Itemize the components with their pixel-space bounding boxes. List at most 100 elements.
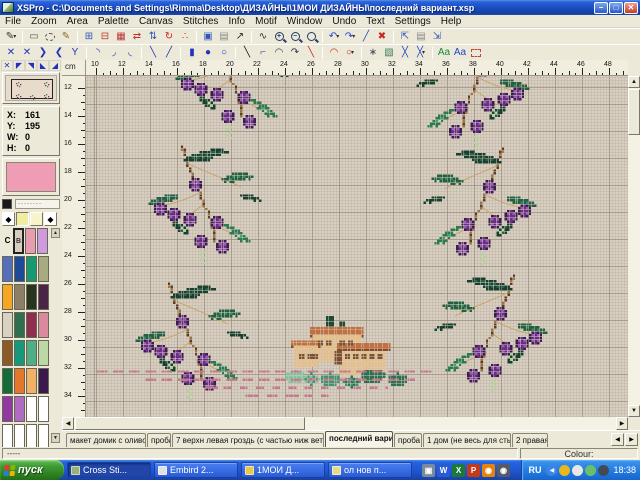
symbol-diamond-1-button[interactable]: ◆ xyxy=(2,212,15,226)
backstitch-red-button[interactable]: ╲ xyxy=(303,46,319,60)
media-player-icon[interactable]: ▣ xyxy=(422,464,435,477)
bead-small-button[interactable]: ○ xyxy=(216,46,232,60)
recent-color-swatch[interactable] xyxy=(37,228,48,254)
tray-icon-app1[interactable] xyxy=(572,465,583,476)
dropdown-arrow-icon[interactable]: ▾ xyxy=(13,33,16,40)
text-tool-blue-button[interactable]: Aa xyxy=(452,46,468,60)
palette-color-swatch[interactable] xyxy=(38,284,49,310)
select-lasso-button[interactable] xyxy=(42,30,58,44)
palette-scroll-up[interactable]: ▲ xyxy=(51,228,60,238)
export-page-button[interactable]: ⇲ xyxy=(429,30,445,44)
recent-color-swatch[interactable] xyxy=(25,228,36,254)
vertical-scroll-thumb[interactable] xyxy=(628,89,640,135)
scroll-right-button[interactable]: ▶ xyxy=(616,417,628,430)
backstitch-black-button[interactable]: ╲ xyxy=(239,46,255,60)
palette-color-swatch[interactable] xyxy=(14,396,25,422)
quarter-stitch-3-button[interactable]: ◟ xyxy=(122,46,138,60)
tray-icon-coin[interactable] xyxy=(559,465,570,476)
scroll-up-button[interactable]: ▲ xyxy=(628,76,640,88)
horizontal-scroll-thumb[interactable] xyxy=(75,417,305,430)
three-quarter-left-stitch-button[interactable]: ❮ xyxy=(51,46,67,60)
scroll-down-button[interactable]: ▼ xyxy=(628,405,640,417)
flip-vertical-button[interactable]: ⇅ xyxy=(145,30,161,44)
flip-horizontal-button[interactable]: ⇄ xyxy=(129,30,145,44)
tray-icon-app2[interactable] xyxy=(585,465,596,476)
special-cross-alt-button[interactable]: ╳▾ xyxy=(413,46,429,60)
menu-undo[interactable]: Undo xyxy=(327,16,361,27)
palette-color-swatch[interactable] xyxy=(2,396,13,422)
quarter-stitch-1-button[interactable]: ◝ xyxy=(90,46,106,60)
design-tab-6[interactable]: 1 дом (не весь для стыковки) xyxy=(423,433,511,447)
palette-color-swatch[interactable] xyxy=(14,256,25,282)
text-tool-green-button[interactable]: Aa xyxy=(436,46,452,60)
design-tab-2[interactable]: проба xyxy=(147,433,171,447)
double-cross-stitch-button[interactable]: ✕ xyxy=(19,46,35,60)
design-tab-5[interactable]: проба 2 xyxy=(394,433,422,447)
palette-color-swatch[interactable] xyxy=(26,256,37,282)
menu-canvas[interactable]: Canvas xyxy=(134,16,178,27)
design-preview[interactable] xyxy=(2,72,60,104)
redo-button[interactable]: ↷▾ xyxy=(342,30,358,44)
palette-color-swatch[interactable] xyxy=(26,396,37,422)
palette-color-swatch[interactable] xyxy=(26,368,37,394)
palette-color-swatch[interactable] xyxy=(14,340,25,366)
y-stitch-button[interactable]: Y xyxy=(67,46,83,60)
symbol-yellow-button[interactable] xyxy=(30,212,43,226)
black-swatch[interactable] xyxy=(2,199,12,209)
palette-color-swatch[interactable] xyxy=(2,368,13,394)
symbol-diamond-2-button[interactable]: ◆ xyxy=(44,212,57,226)
menu-help[interactable]: Help xyxy=(436,16,467,27)
three-quarter-right-stitch-button[interactable]: ❯ xyxy=(35,46,51,60)
maximize-button[interactable]: □ xyxy=(609,2,623,14)
pencil-tool-button[interactable]: ✎▾ xyxy=(3,30,19,44)
circle-red-button[interactable]: ○▾ xyxy=(342,46,358,60)
palette-color-swatch[interactable] xyxy=(38,340,49,366)
title-bar[interactable]: XSPro - C:\Documents and Settings\Rimma\… xyxy=(0,0,640,15)
menu-window[interactable]: Window xyxy=(282,16,328,27)
language-indicator[interactable]: RU xyxy=(528,465,541,475)
menu-info[interactable]: Info xyxy=(223,16,250,27)
menu-zoom[interactable]: Zoom xyxy=(26,16,62,27)
curve-red-button[interactable]: ◠ xyxy=(326,46,342,60)
palette-color-swatch[interactable] xyxy=(2,340,13,366)
zoom-out-button[interactable]: − xyxy=(287,30,303,44)
draw-line-button[interactable]: ╱ xyxy=(358,30,374,44)
excel-icon[interactable]: X xyxy=(452,464,465,477)
page-button[interactable]: ▤ xyxy=(413,30,429,44)
half-stitch-back-button[interactable]: ╲ xyxy=(145,46,161,60)
palette-color-swatch[interactable] xyxy=(38,256,49,282)
dropdown-arrow-icon[interactable]: ▾ xyxy=(336,33,339,40)
panel-tool-4-button[interactable]: ◣ xyxy=(37,60,49,71)
straight-stitch-button[interactable]: ▮ xyxy=(184,46,200,60)
menu-stitches[interactable]: Stitches xyxy=(178,16,224,27)
palette-color-swatch[interactable] xyxy=(14,312,25,338)
panel-tool-5-button[interactable]: ◢ xyxy=(49,60,61,71)
design-tab-3[interactable]: 7 верхн левая гроздь (с частью ниж ветки… xyxy=(172,433,324,447)
dropdown-arrow-icon[interactable]: ▾ xyxy=(422,49,425,56)
import-page-button[interactable]: ⇱ xyxy=(397,30,413,44)
design-canvas[interactable] xyxy=(86,76,628,417)
special-cross-button[interactable]: ╳ xyxy=(397,46,413,60)
palette-color-swatch[interactable] xyxy=(38,396,49,422)
palette-color-swatch[interactable] xyxy=(2,284,13,310)
edit-pen-button[interactable]: ✎ xyxy=(58,30,74,44)
select-rect-button[interactable]: ▭ xyxy=(26,30,42,44)
palette-color-swatch[interactable] xyxy=(26,312,37,338)
palette-scroll-down[interactable]: ▼ xyxy=(51,433,60,443)
pattern-repeat-button[interactable]: ∴ xyxy=(177,30,193,44)
zoom-reset-button[interactable] xyxy=(303,30,319,44)
close-button[interactable]: ✕ xyxy=(624,2,638,14)
palette-color-swatch[interactable] xyxy=(2,256,13,282)
pointer-arrow-button[interactable]: ↗ xyxy=(232,30,248,44)
horizontal-scrollbar[interactable]: ◀ ▶ xyxy=(62,417,628,430)
motif-copy-button[interactable]: ⊞ xyxy=(81,30,97,44)
minimize-button[interactable]: − xyxy=(594,2,608,14)
menu-file[interactable]: File xyxy=(0,16,26,27)
panel-tool-2-button[interactable]: ◤ xyxy=(13,60,25,71)
tray-icon-app3[interactable] xyxy=(598,465,609,476)
zoom-in-button[interactable]: + xyxy=(271,30,287,44)
delete-stitch-button[interactable]: ✖ xyxy=(374,30,390,44)
menu-motif[interactable]: Motif xyxy=(250,16,282,27)
quarter-stitch-2-button[interactable]: ◞ xyxy=(106,46,122,60)
dropdown-arrow-icon[interactable]: ▾ xyxy=(352,33,355,40)
